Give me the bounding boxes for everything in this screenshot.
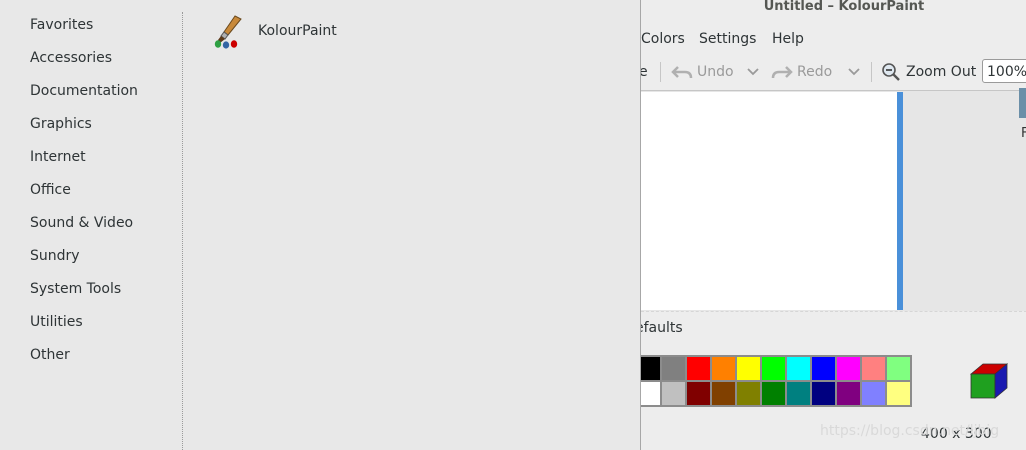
category-internet[interactable]: Internet: [30, 149, 86, 165]
chevron-down-icon: [747, 68, 759, 76]
toolbar-separator: [871, 62, 872, 82]
canvas-resize-handle[interactable]: [897, 92, 903, 310]
color-swatch[interactable]: [711, 381, 736, 406]
undo-button[interactable]: Undo: [671, 58, 734, 86]
canvas-scroll-area[interactable]: [641, 90, 1026, 311]
colorbox-title: efaults: [641, 320, 683, 336]
color-swatch[interactable]: [686, 381, 711, 406]
colorbox-divider: [641, 311, 1026, 312]
redo-icon: [771, 66, 793, 79]
zoom-out-label: Zoom Out: [906, 64, 977, 80]
color-swatch[interactable]: [661, 381, 686, 406]
color-swatch[interactable]: [811, 356, 836, 381]
app-kolourpaint[interactable]: KolourPaint: [211, 13, 337, 49]
background-window-strip: [1019, 88, 1026, 118]
color-swatch[interactable]: [761, 356, 786, 381]
toolbar-partial-label: e: [641, 64, 648, 80]
category-office[interactable]: Office: [30, 182, 71, 198]
zoom-out-icon: [882, 63, 900, 81]
background-window-char: F: [1021, 126, 1026, 141]
category-list: Favorites Accessories Documentation Grap…: [0, 0, 183, 450]
color-swatch[interactable]: [836, 381, 861, 406]
color-swatch[interactable]: [736, 356, 761, 381]
menu-colors[interactable]: Colors: [641, 31, 685, 47]
color-cube-icon[interactable]: [967, 360, 1011, 404]
category-sundry[interactable]: Sundry: [30, 248, 80, 264]
category-graphics[interactable]: Graphics: [30, 116, 92, 132]
zoom-combobox[interactable]: 100%: [982, 59, 1026, 83]
paintbrush-icon: [214, 15, 242, 49]
window-title: Untitled – KolourPaint: [763, 0, 925, 14]
main-toolbar: e Undo Redo: [641, 58, 1026, 86]
menu-help[interactable]: Help: [772, 31, 804, 47]
color-swatch[interactable]: [886, 356, 911, 381]
color-swatch[interactable]: [786, 356, 811, 381]
color-swatch[interactable]: [736, 381, 761, 406]
color-palette: [641, 355, 912, 407]
toolbar-partial-button[interactable]: e: [641, 58, 648, 86]
color-swatch[interactable]: [786, 381, 811, 406]
color-swatch[interactable]: [711, 356, 736, 381]
color-swatch[interactable]: [761, 381, 786, 406]
category-utilities[interactable]: Utilities: [30, 314, 83, 330]
category-sound-video[interactable]: Sound & Video: [30, 215, 133, 231]
color-swatch[interactable]: [836, 356, 861, 381]
undo-dropdown[interactable]: [747, 58, 759, 86]
app-label: KolourPaint: [258, 23, 337, 39]
category-accessories[interactable]: Accessories: [30, 50, 112, 66]
drawing-canvas[interactable]: [641, 92, 897, 310]
color-swatch[interactable]: [641, 356, 661, 381]
category-other[interactable]: Other: [30, 347, 70, 363]
color-swatch[interactable]: [886, 381, 911, 406]
zoom-out-button[interactable]: Zoom Out: [881, 58, 976, 86]
category-documentation[interactable]: Documentation: [30, 83, 138, 99]
color-swatch[interactable]: [686, 356, 711, 381]
undo-label: Undo: [697, 64, 734, 80]
watermark-text: https://blog.csdn.net/ljbig: [820, 423, 1000, 439]
kolourpaint-window: Untitled – KolourPaint Colors Settings H…: [640, 0, 1026, 450]
color-swatch[interactable]: [861, 381, 886, 406]
color-swatch[interactable]: [861, 356, 886, 381]
redo-dropdown[interactable]: [848, 58, 860, 86]
menu-settings[interactable]: Settings: [699, 31, 756, 47]
toolbar-separator: [660, 62, 661, 82]
category-favorites[interactable]: Favorites: [30, 17, 93, 33]
color-swatch[interactable]: [641, 381, 661, 406]
undo-icon: [671, 66, 693, 79]
redo-label: Redo: [797, 64, 833, 80]
color-swatch[interactable]: [661, 356, 686, 381]
color-swatch[interactable]: [811, 381, 836, 406]
chevron-down-icon: [848, 68, 860, 76]
category-separator: [182, 12, 183, 450]
redo-button[interactable]: Redo: [771, 58, 832, 86]
category-system-tools[interactable]: System Tools: [30, 281, 121, 297]
